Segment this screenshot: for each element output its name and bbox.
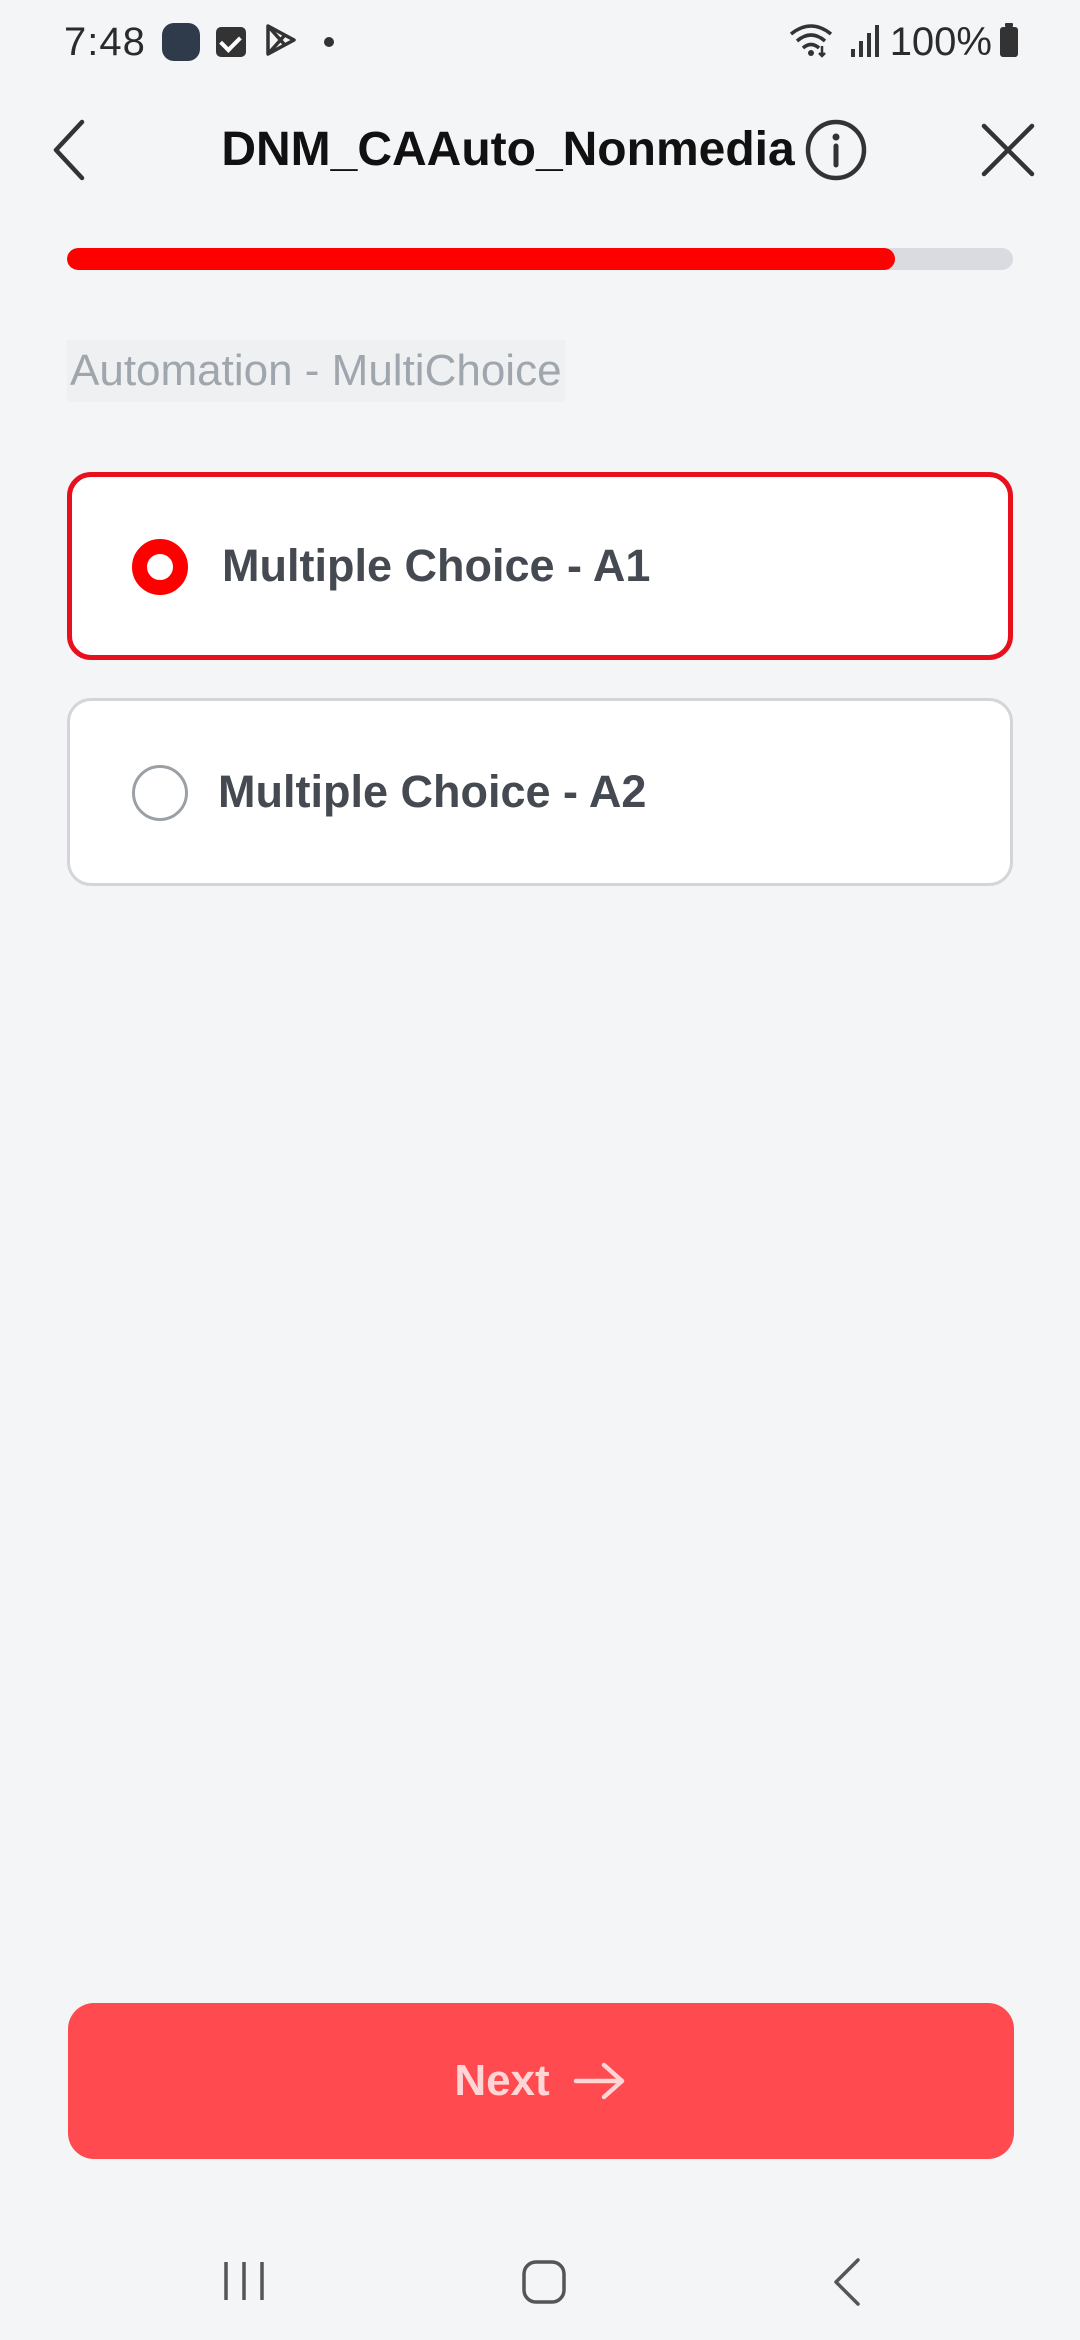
header: DNM_CAAuto_Nonmedia	[0, 96, 1080, 206]
radio-unselected-icon[interactable]	[132, 765, 188, 821]
home-icon	[522, 2260, 566, 2304]
close-icon	[981, 123, 1035, 177]
option-a1[interactable]: Multiple Choice - A1	[67, 472, 1013, 660]
wifi-icon	[788, 22, 834, 63]
battery-percent: 100%	[889, 19, 992, 64]
status-left: 7:48	[64, 20, 334, 65]
arrow-right-icon	[573, 2062, 624, 2100]
progress-bar	[67, 248, 1013, 270]
signal-icon	[850, 23, 880, 62]
next-button-label: Next	[454, 2056, 550, 2105]
option-label: Multiple Choice - A2	[218, 766, 647, 817]
dot-icon	[323, 37, 334, 47]
question-text: Automation - MultiChoice	[67, 340, 565, 402]
check-icon	[215, 27, 246, 57]
status-bar: 7:48 100%	[0, 0, 1080, 84]
system-nav-bar	[0, 2220, 1080, 2340]
info-icon	[805, 119, 867, 181]
play-store-icon	[262, 22, 298, 63]
option-a2[interactable]: Multiple Choice - A2	[67, 698, 1013, 886]
system-back-button[interactable]	[828, 2256, 868, 2308]
battery-icon	[1000, 23, 1018, 57]
home-button[interactable]	[520, 2258, 568, 2306]
recent-apps-button[interactable]	[220, 2260, 268, 2302]
progress-fill	[67, 248, 895, 270]
next-button[interactable]: Next	[68, 2003, 1014, 2159]
status-right: 100%	[772, 20, 1018, 65]
app-icon	[161, 23, 200, 61]
back-icon	[834, 2258, 860, 2306]
radio-selected-icon[interactable]	[132, 539, 188, 595]
option-label: Multiple Choice - A1	[222, 540, 651, 591]
info-button[interactable]	[804, 118, 868, 182]
recent-apps-icon	[224, 2262, 264, 2300]
page-title: DNM_CAAuto_Nonmedia	[221, 123, 795, 176]
status-time: 7:48	[64, 19, 146, 64]
close-button[interactable]	[976, 118, 1040, 182]
